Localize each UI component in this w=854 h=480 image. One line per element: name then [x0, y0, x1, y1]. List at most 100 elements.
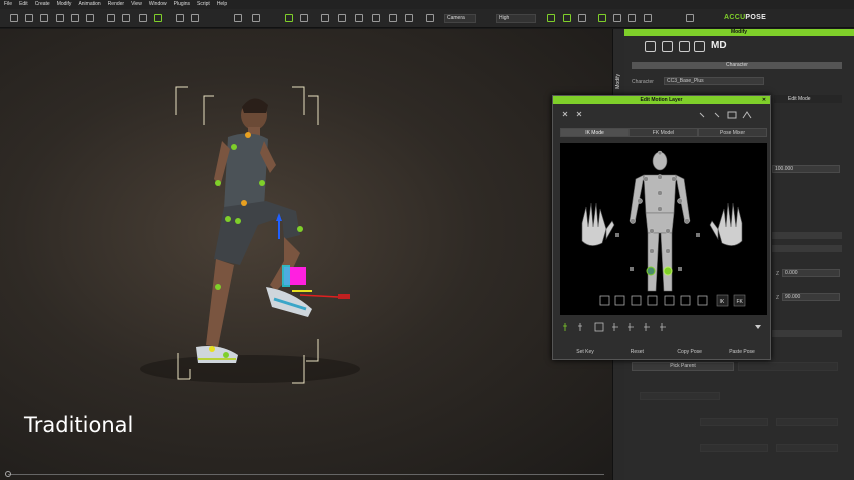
dim-field-3[interactable] [776, 418, 838, 426]
face-icon[interactable] [679, 41, 690, 52]
layout-icon[interactable] [372, 14, 380, 22]
select-icon[interactable] [139, 14, 147, 22]
reach-mode-icon[interactable] [644, 323, 650, 331]
menu-script[interactable]: Script [197, 0, 210, 9]
curve-icon[interactable] [563, 14, 571, 22]
reset-button[interactable]: Reset [612, 347, 662, 357]
add-pin-icon[interactable] [599, 295, 610, 306]
checker-mode-icon[interactable] [594, 322, 604, 332]
pin-icon[interactable] [699, 112, 705, 118]
mirror-icon[interactable] [614, 295, 625, 306]
wireframe-icon[interactable] [405, 14, 413, 22]
menu-edit[interactable]: Edit [19, 0, 28, 9]
figure-icon[interactable] [742, 111, 752, 119]
paste-pose-button[interactable]: Paste Pose [717, 347, 767, 357]
atom-icon[interactable] [694, 41, 705, 52]
parent-field[interactable] [738, 362, 838, 371]
sync-mode-icon[interactable] [660, 323, 666, 331]
timeline-knob[interactable] [5, 471, 11, 477]
undo-icon[interactable] [107, 14, 115, 22]
checker-icon[interactable] [662, 41, 673, 52]
move-icon[interactable] [154, 14, 162, 22]
scale-icon[interactable] [191, 14, 199, 22]
pin-leg-icon[interactable] [631, 295, 642, 306]
body-picker-stage[interactable]: IK FK [560, 143, 767, 315]
export-icon[interactable] [71, 14, 79, 22]
preview-icon[interactable] [285, 14, 293, 22]
pick-parent-button[interactable]: Pick Parent [632, 362, 734, 371]
scene-icon[interactable] [613, 14, 621, 22]
menu-file[interactable]: File [4, 0, 12, 9]
edit-mode-button[interactable]: Edit Mode [774, 95, 842, 103]
motion-pose-icon[interactable] [645, 41, 656, 52]
pin-foot-icon[interactable] [664, 295, 675, 306]
copy-pose-button[interactable]: Copy Pose [665, 347, 715, 357]
edit-motion-layer-titlebar[interactable]: Edit Motion Layer ✕ [553, 96, 770, 104]
dim-field-2[interactable] [700, 418, 768, 426]
value-field-top[interactable]: 100.000 [772, 165, 840, 173]
character-figure[interactable] [196, 98, 312, 363]
layout-grid-icon[interactable] [727, 111, 737, 119]
quality-select[interactable]: High [496, 14, 536, 23]
pin-hand-icon[interactable] [647, 295, 658, 306]
dim-field-4[interactable] [700, 444, 768, 452]
paint-icon[interactable] [644, 14, 652, 22]
walk-right-icon[interactable] [576, 111, 582, 117]
walk-left-icon[interactable] [562, 111, 568, 117]
right-hand-picker[interactable] [709, 202, 743, 246]
menu-create[interactable]: Create [35, 0, 50, 9]
z-field-2[interactable]: 90.000 [782, 293, 840, 301]
close-icon[interactable]: ✕ [761, 97, 767, 103]
body-outline-icon[interactable] [578, 323, 582, 331]
menu-render[interactable]: Render [108, 0, 124, 9]
light-icon[interactable] [321, 14, 329, 22]
screenshot-icon[interactable] [86, 14, 94, 22]
timeline-scrubber[interactable] [0, 471, 606, 477]
motion-icon[interactable] [578, 14, 586, 22]
timeline-icon[interactable] [547, 14, 555, 22]
left-hand-picker[interactable] [581, 202, 615, 246]
pin-knee-icon[interactable] [680, 295, 691, 306]
content-icon[interactable] [598, 14, 606, 22]
3d-viewport[interactable]: Traditional [0, 29, 612, 480]
character-name-field[interactable]: CC3_Base_Plus [664, 77, 764, 85]
render-icon[interactable] [426, 14, 434, 22]
align-icon[interactable] [234, 14, 242, 22]
lock-mode-icon[interactable] [628, 323, 634, 331]
settings-gear-icon[interactable] [686, 14, 694, 22]
new-file-icon[interactable] [10, 14, 18, 22]
menu-animation[interactable]: Animation [78, 0, 100, 9]
home-icon[interactable] [355, 14, 363, 22]
menu-window[interactable]: Window [149, 0, 167, 9]
tab-ik-mode[interactable]: IK Mode [560, 128, 629, 137]
pin-mode-icon[interactable] [612, 323, 618, 331]
menu-view[interactable]: View [131, 0, 142, 9]
body-select-icon[interactable] [563, 323, 567, 331]
visual-icon[interactable] [628, 14, 636, 22]
camera-select[interactable]: Camera [444, 14, 476, 23]
modify-tab[interactable]: Modify [615, 74, 621, 89]
menu-plugins[interactable]: Plugins [174, 0, 190, 9]
arrow-icon[interactable] [714, 112, 720, 118]
menu-modify[interactable]: Modify [57, 0, 72, 9]
pin-hip-icon[interactable] [697, 295, 708, 306]
chevron-down-icon[interactable] [755, 325, 761, 329]
set-key-button[interactable]: Set Key [560, 347, 610, 357]
z-field-1[interactable]: 0.000 [782, 269, 840, 277]
tab-fk-model[interactable]: FK Model [629, 128, 698, 137]
redo-icon[interactable] [122, 14, 130, 22]
snap-icon[interactable] [252, 14, 260, 22]
open-file-icon[interactable] [25, 14, 33, 22]
save-icon[interactable] [40, 14, 48, 22]
frame-icon[interactable] [300, 14, 308, 22]
rotate-icon[interactable] [176, 14, 184, 22]
grid-icon[interactable] [389, 14, 397, 22]
character-section-header[interactable]: Character [632, 62, 842, 69]
dim-field-5[interactable] [776, 444, 838, 452]
camera-tool-icon[interactable] [338, 14, 346, 22]
menu-help[interactable]: Help [217, 0, 227, 9]
dim-field-1[interactable] [640, 392, 720, 400]
import-icon[interactable] [56, 14, 64, 22]
md-icon[interactable]: MD [711, 40, 727, 51]
tab-pose-mixer[interactable]: Pose Mixer [698, 128, 767, 137]
